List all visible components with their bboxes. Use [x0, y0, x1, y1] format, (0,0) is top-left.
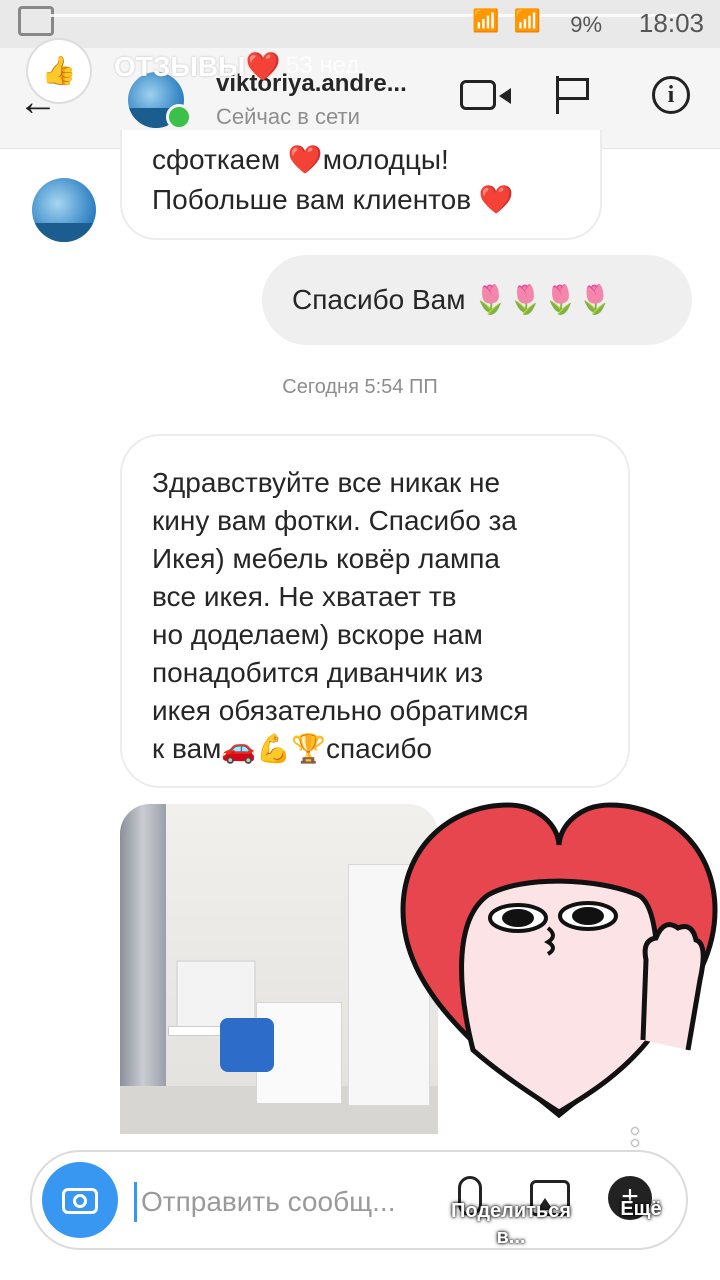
online-indicator: [166, 104, 192, 130]
message-input[interactable]: [134, 1182, 441, 1222]
story-logo-icon[interactable]: 👍: [28, 40, 90, 102]
sender-avatar[interactable]: [32, 178, 96, 242]
signal-icons: 📶 📶: [472, 8, 545, 33]
battery-level: 9%: [570, 12, 602, 37]
story-time: 53 нед.: [286, 52, 367, 79]
date-separator: Сегодня 5:54 ПП: [282, 376, 438, 398]
share-label[interactable]: Поделиться в...: [446, 1198, 576, 1250]
story-title[interactable]: ОТЗЫВЫ❤️: [114, 50, 280, 83]
camera-button[interactable]: [42, 1162, 118, 1238]
message-text: сфоткаем ❤️молодцы! Побольше вам клиенто…: [152, 144, 514, 215]
info-icon[interactable]: i: [652, 76, 690, 114]
story-progress-bar: [50, 14, 700, 17]
message-bubble-incoming[interactable]: Здравствуйте все никак не кину вам фотки…: [120, 434, 630, 788]
message-text: Спасибо Вам 🌷🌷🌷🌷: [292, 284, 613, 315]
flag-icon[interactable]: [556, 76, 590, 114]
heart-sticker-icon: [400, 802, 718, 1119]
more-label[interactable]: Ещё: [606, 1198, 676, 1221]
video-call-icon[interactable]: [460, 80, 511, 110]
status-bar: 📶 📶 9% 18:03: [0, 0, 720, 48]
message-bubble-outgoing[interactable]: Спасибо Вам 🌷🌷🌷🌷: [262, 255, 692, 345]
status-time: 18:03: [638, 8, 704, 38]
online-status: Сейчас в сети: [216, 104, 360, 129]
shared-photo[interactable]: [120, 804, 438, 1134]
message-bubble-incoming[interactable]: сфоткаем ❤️молодцы! Побольше вам клиенто…: [120, 130, 602, 240]
app-logo-icon: [18, 6, 54, 36]
